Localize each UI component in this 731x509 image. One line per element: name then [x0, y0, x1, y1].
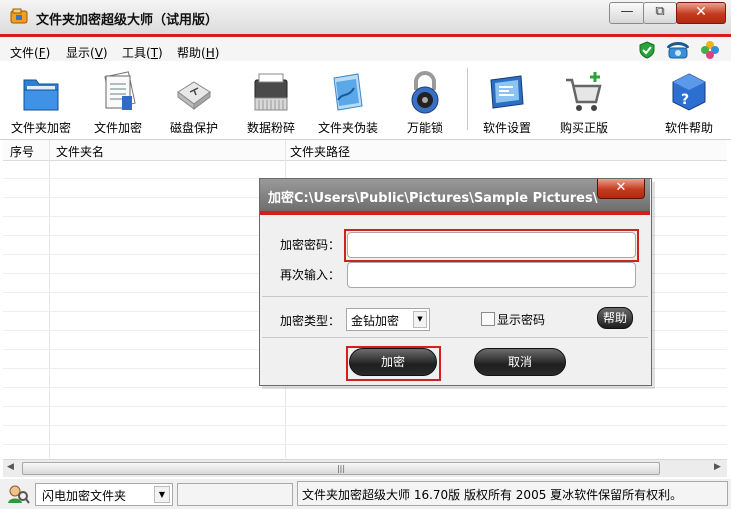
encrypt-button[interactable]: 加密 — [349, 348, 437, 376]
chevron-down-icon[interactable]: ▼ — [154, 486, 170, 503]
empty-row-line — [3, 444, 727, 445]
buy-license-button[interactable]: 购买正版 — [549, 64, 619, 140]
show-password-label[interactable]: 显示密码 — [497, 311, 545, 328]
disk-protect-button[interactable]: 磁盘保护 — [159, 64, 229, 140]
menu-bar — [0, 37, 731, 61]
grip-icon: ||| — [336, 464, 346, 473]
status-message-panel: 文件夹加密超级大师 16.70版 版权所有 2005 夏冰软件保留所有权利。 — [297, 481, 728, 506]
menu-file[interactable]: 文件(F) — [10, 44, 50, 61]
software-help-button[interactable]: ? 软件帮助 — [654, 64, 724, 140]
dialog-title: 加密C:\Users\Public\Pictures\Sample Pictur… — [268, 191, 598, 206]
settings-monitor-icon — [487, 70, 527, 114]
chevron-down-icon[interactable]: ▼ — [413, 311, 427, 328]
data-shred-button[interactable]: 数据粉碎 — [236, 64, 306, 140]
menu-tools[interactable]: 工具(T) — [122, 44, 163, 61]
confirm-password-field[interactable] — [347, 262, 636, 288]
minimize-button[interactable]: — — [609, 2, 645, 24]
confirm-password-label: 再次输入： — [280, 268, 341, 282]
column-header-folder-path[interactable]: 文件夹路径 — [290, 143, 350, 160]
restore-button[interactable]: ⧉ — [643, 2, 677, 24]
software-settings-button[interactable]: 软件设置 — [472, 64, 542, 140]
usb-drive-icon — [174, 70, 214, 114]
window-title: 文件夹加密超级大师（试用版） — [36, 13, 219, 28]
encrypt-mode-select[interactable]: 闪电加密文件夹 ▼ — [35, 483, 173, 506]
dialog-close-button[interactable]: ✕ — [597, 179, 645, 199]
list-header — [3, 140, 727, 161]
empty-row-line — [3, 406, 727, 407]
show-password-checkbox[interactable] — [481, 312, 495, 326]
scroll-right-arrow-icon[interactable]: ▶ — [714, 462, 721, 472]
universal-lock-button[interactable]: 万能锁 — [390, 64, 460, 140]
scrollbar-thumb[interactable]: ||| — [22, 462, 660, 475]
search-person-icon[interactable] — [6, 483, 30, 508]
empty-row-line — [3, 425, 727, 426]
close-button[interactable]: ✕ — [676, 2, 726, 24]
copyright-text: 文件夹加密超级大师 16.70版 版权所有 2005 夏冰软件保留所有权利。 — [302, 488, 683, 502]
encrypt-type-select[interactable]: 金钻加密 ▼ — [346, 308, 430, 331]
column-divider — [49, 140, 50, 458]
shield-check-icon[interactable] — [638, 41, 656, 62]
shopping-cart-icon — [564, 70, 604, 114]
close-icon: ✕ — [615, 180, 627, 195]
help-button[interactable]: 帮助 — [597, 307, 633, 329]
encrypt-type-label: 加密类型： — [280, 314, 341, 328]
dialog-accent-line — [260, 211, 650, 215]
menu-view[interactable]: 显示(V) — [66, 44, 108, 61]
password-label: 加密密码： — [280, 238, 341, 252]
document-icon — [98, 70, 138, 114]
help-cube-icon: ? — [669, 70, 709, 114]
close-icon: ✕ — [695, 4, 707, 20]
minimize-icon: — — [620, 4, 634, 19]
file-encrypt-button[interactable]: 文件加密 — [83, 64, 153, 140]
dialog-divider — [262, 296, 648, 297]
folder-blue-icon — [21, 70, 61, 114]
app-logo-icon — [10, 8, 28, 24]
column-header-index[interactable]: 序号 — [10, 143, 34, 160]
dialog-divider — [262, 337, 648, 338]
folder-disguise-icon — [328, 70, 368, 114]
scroll-left-arrow-icon[interactable]: ◀ — [7, 462, 14, 472]
colorful-flower-icon[interactable] — [700, 40, 720, 63]
telephone-icon[interactable] — [666, 41, 690, 62]
cancel-button[interactable]: 取消 — [474, 348, 566, 376]
column-header-folder-name[interactable]: 文件夹名 — [56, 143, 104, 160]
folder-encrypt-button[interactable]: 文件夹加密 — [6, 64, 76, 140]
svg-text:?: ? — [681, 92, 689, 108]
progress-panel — [177, 483, 293, 506]
menu-help[interactable]: 帮助(H) — [177, 44, 219, 61]
restore-icon: ⧉ — [655, 4, 665, 19]
password-field[interactable] — [347, 232, 636, 258]
shredder-icon — [251, 70, 291, 114]
folder-disguise-button[interactable]: 文件夹伪装 — [313, 64, 383, 140]
padlock-icon — [405, 70, 445, 114]
